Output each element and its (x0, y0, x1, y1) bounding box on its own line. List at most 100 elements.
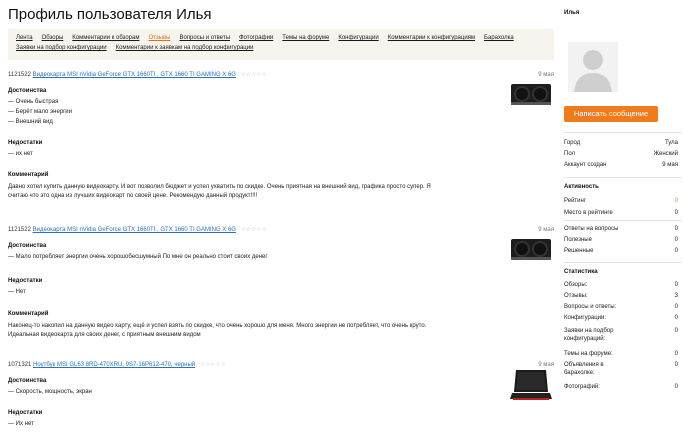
activity-label: Место в рейтинге (564, 210, 613, 216)
rating-stars[interactable]: ☆☆☆☆☆ (241, 72, 267, 78)
cons-heading: Недостатки (8, 140, 43, 146)
info-row: Пол Женский (564, 149, 678, 159)
gpu-product-image[interactable] (510, 80, 552, 108)
product-link[interactable]: Видеокарта MSI nVidia GeForce GTX 1660TI… (33, 227, 236, 233)
activity-value: 0 (674, 237, 678, 243)
review-id: 1121522 (8, 72, 31, 78)
stat-value: 0 (674, 362, 678, 368)
stat-label: Заявки на подбор конфигураций: (564, 328, 614, 342)
tab-configs[interactable]: Конфигурации (338, 35, 378, 41)
cons-line: — Нет (8, 289, 26, 295)
stat-value: 0 (674, 384, 678, 390)
stat-row: Темы на форуме: 0 (564, 351, 678, 359)
stat-row: Вопросы и ответы: 0 (564, 304, 678, 312)
review-id: 1121522 (8, 227, 31, 233)
tab-forum-topics[interactable]: Темы на форуме (282, 35, 329, 41)
activity-heading: Активность (564, 184, 599, 190)
activity-label: Ответы на вопросы (564, 226, 619, 232)
cons-line: — Их нет (8, 421, 34, 427)
avatar-placeholder-icon (568, 42, 618, 92)
stat-label: Объявления в барахолке: (564, 362, 604, 376)
review-item: 1121522 Видеокарта MSI nVidia GeForce GT… (8, 225, 554, 338)
activity-value: 0 (674, 226, 678, 232)
stat-row: Обзоры: 0 (564, 282, 678, 290)
stat-value: 0 (674, 351, 678, 357)
stat-label: Темы на форуме: (564, 351, 613, 357)
info-value: Тула (664, 140, 678, 146)
tab-config-request-comments[interactable]: Комментарии к заявкам на подбор конфигур… (116, 45, 254, 51)
divider (564, 177, 682, 178)
activity-row: Рейтинг 0 (564, 196, 678, 206)
tab-feedback[interactable]: Отзывы (148, 35, 170, 41)
comment-text: считаю что это одна из лучших видеокарт … (8, 193, 258, 199)
stat-row[interactable]: Отзывы: 3 (564, 293, 678, 301)
review-item: 1071321 Ноутбук MSI GL63 8RD-470XRU, 9S7… (8, 360, 554, 427)
send-message-button[interactable]: Написать сообщение (564, 106, 658, 122)
comment-text: Наконец-то накопил на данную видео карту… (8, 323, 427, 329)
tab-feed[interactable]: Лента (16, 35, 33, 41)
info-value: Женский (653, 151, 678, 157)
info-row: Город Тула (564, 138, 678, 148)
page-title: Профиль пользователя Илья (8, 6, 212, 23)
product-link[interactable]: Видеокарта MSI nVidia GeForce GTX 1660TI… (33, 72, 236, 78)
stat-value: 3 (674, 293, 678, 299)
tab-config-requests[interactable]: Заявки на подбор конфигурации (16, 45, 107, 51)
activity-row: Ответы на вопросы 0 (564, 224, 678, 234)
activity-value: 0 (674, 210, 678, 216)
comment-text: Идеальная видеокарта для своих денег, с … (8, 332, 201, 338)
pros-line: — Очень быстрая (8, 99, 59, 105)
rating-stars[interactable]: ☆☆☆☆☆ (200, 362, 226, 368)
cons-heading: Недостатки (8, 278, 43, 284)
activity-row: Решенные 0 (564, 246, 678, 256)
pros-heading: Достоинства (8, 88, 47, 94)
stat-value: 0 (674, 304, 678, 310)
stat-value: 0 (674, 328, 678, 334)
pros-line: — Берёт мало энергии (8, 109, 73, 115)
comment-heading: Комментарий (8, 311, 49, 317)
rating-stars[interactable]: ☆☆☆☆☆ (241, 227, 267, 233)
stat-label: Конфигурации: (564, 315, 607, 321)
activity-label: Полезные (564, 237, 592, 243)
pros-line: — Мало потребляет энергии очень хорошобе… (8, 254, 268, 260)
stat-row: Конфигурации: 0 (564, 315, 678, 323)
activity-value: 0 (674, 198, 678, 204)
info-label: Пол (564, 151, 576, 157)
tab-review-comments[interactable]: Комментарии к обзорам (72, 35, 139, 41)
stat-label: Фотографий: (564, 384, 600, 390)
review-item: 1121522 Видеокарта MSI nVidia GeForce GT… (8, 70, 554, 199)
gpu-product-image[interactable] (510, 235, 552, 263)
activity-row: Полезные 0 (564, 235, 678, 245)
tab-photos[interactable]: Фотографии (239, 35, 273, 41)
info-value: 9 мая (662, 162, 678, 168)
pros-heading: Достоинства (8, 243, 47, 249)
stat-row: Фотографий: 0 (564, 384, 678, 392)
activity-value: 0 (674, 248, 678, 254)
user-name: Илья (564, 10, 580, 16)
review-date: 9 мая (538, 227, 554, 233)
review-date: 9 мая (538, 72, 554, 78)
cons-heading: Недостатки (8, 410, 43, 416)
tab-qa[interactable]: Вопросы и ответы (179, 35, 230, 41)
stat-row: Заявки на подбор конфигураций: 0 (564, 328, 678, 343)
profile-tabs: Лента Обзоры Комментарии к обзорам Отзыв… (8, 29, 554, 60)
divider (564, 262, 682, 263)
stat-value: 0 (674, 315, 678, 321)
laptop-product-image[interactable] (510, 368, 552, 402)
stat-value: 0 (674, 282, 678, 288)
pros-line: — Скорость, мощность, экран (8, 389, 92, 395)
pros-heading: Достоинства (8, 378, 47, 384)
stat-row: Объявления в барахолке: 0 (564, 362, 678, 377)
stat-label[interactable]: Отзывы: (564, 293, 634, 301)
divider (564, 132, 682, 133)
activity-label: Рейтинг (564, 198, 587, 204)
activity-row: Место в рейтинге 0 (564, 208, 678, 218)
stats-heading: Статистика (564, 269, 598, 275)
tab-config-comments[interactable]: Комментарии к конфигурациям (388, 35, 475, 41)
tab-flea-market[interactable]: Барахолка (484, 35, 514, 41)
tab-reviews-articles[interactable]: Обзоры (42, 35, 64, 41)
review-id: 1071321 (8, 362, 32, 368)
info-label: Аккаунт создан (564, 162, 607, 168)
product-link[interactable]: Ноутбук MSI GL63 8RD-470XRU, 9S7-16P612-… (33, 362, 195, 368)
stat-label: Вопросы и ответы: (564, 304, 617, 310)
pros-line: — Внешний вид (8, 119, 53, 125)
